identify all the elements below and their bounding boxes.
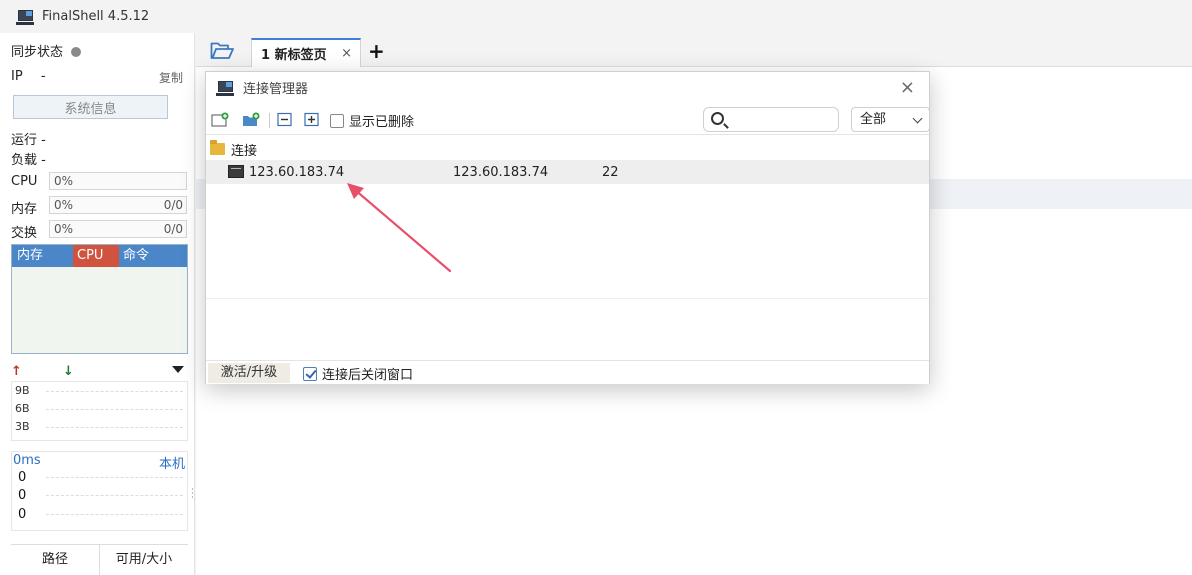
connection-host: 123.60.183.74 — [453, 165, 549, 180]
search-box[interactable] — [703, 107, 839, 132]
connection-port: 22 — [602, 165, 619, 180]
finalshell-logo-icon — [216, 80, 234, 96]
ping-latency-graph: 0ms 本机 0 0 0 — [11, 451, 188, 531]
activate-upgrade-button[interactable]: 激活/升级 — [208, 363, 290, 383]
connection-row[interactable]: 123.60.183.74 123.60.183.74 22 — [206, 160, 929, 184]
cpu-meter: 0% — [49, 172, 187, 190]
dialog-title: 连接管理器 — [243, 82, 309, 97]
swap-label: 交换 — [11, 226, 38, 241]
dialog-toolbar: 显示已删除 全部 — [206, 105, 930, 135]
swap-percent: 0% — [54, 222, 74, 236]
ping-target[interactable]: 本机 — [159, 453, 185, 472]
network-traffic-header: ↑ ↓ — [11, 363, 188, 379]
ping-latency: 0ms — [13, 453, 41, 468]
memory-percent: 0% — [54, 198, 74, 212]
swap-ratio: 0/0 — [163, 222, 183, 236]
uptime-row: 运行 - — [11, 133, 46, 148]
dialog-title-bar[interactable]: 连接管理器 — [206, 72, 929, 103]
terminal-icon — [228, 165, 244, 178]
memory-label: 内存 — [11, 202, 38, 217]
swap-meter: 0% 0/0 — [49, 220, 187, 238]
tree-folder-connections[interactable]: 连接 — [210, 140, 258, 159]
toolbar-separator — [269, 113, 270, 128]
status-sidebar: 同步状态 IP - 复制 系统信息 运行 - 负载 - CPU 0% 内存 0%… — [0, 33, 195, 575]
filter-selected-value: 全部 — [860, 112, 887, 127]
download-arrow-icon: ↓ — [63, 364, 74, 379]
column-cpu[interactable]: CPU — [73, 245, 119, 267]
ip-label: IP — [11, 69, 23, 84]
finalshell-logo-icon — [16, 9, 34, 25]
show-deleted-label: 显示已删除 — [349, 115, 415, 130]
ping-value: 0 — [18, 507, 27, 522]
connection-tree: 连接 123.60.183.74 123.60.183.74 22 — [206, 136, 929, 360]
ip-row: IP - — [11, 69, 46, 84]
tab-close-icon[interactable]: × — [341, 46, 352, 61]
dialog-close-icon[interactable]: × — [900, 77, 915, 98]
tab-label: 1 新标签页 — [261, 48, 327, 63]
process-table-header: 内存 CPU 命令 — [12, 245, 187, 267]
tab-bar: 1 新标签页 × + — [196, 33, 1192, 67]
open-folder-icon[interactable] — [210, 42, 234, 60]
search-icon — [711, 112, 724, 125]
tree-divider — [206, 298, 929, 299]
splitter-handle[interactable]: · · · — [191, 486, 194, 503]
close-after-connect-checkbox-box[interactable] — [303, 367, 317, 381]
close-after-connect-checkbox[interactable]: 连接后关闭窗口 — [303, 364, 413, 383]
ping-value: 0 — [18, 470, 27, 485]
filter-select[interactable]: 全部 — [851, 107, 930, 132]
sync-status-dot-icon — [71, 47, 82, 57]
column-memory[interactable]: 内存 — [12, 245, 73, 267]
search-input[interactable] — [730, 110, 834, 129]
network-tick: 9B — [15, 384, 30, 397]
connection-manager-dialog: 连接管理器 × 显示已删除 全部 连接 123.60.183.74 123.60… — [205, 71, 930, 384]
new-folder-icon[interactable] — [242, 112, 260, 127]
ping-value: 0 — [18, 488, 27, 503]
folder-icon — [210, 140, 225, 155]
network-traffic-graph: 9B 6B 3B — [11, 381, 188, 441]
new-connection-icon[interactable] — [211, 112, 229, 127]
memory-meter: 0% 0/0 — [49, 196, 187, 214]
cpu-percent: 0% — [54, 174, 74, 188]
memory-ratio: 0/0 — [163, 198, 183, 212]
sync-status-label: 同步状态 — [11, 45, 64, 60]
tab-path[interactable]: 路径 — [11, 545, 100, 575]
tab-new-tab[interactable]: 1 新标签页 × — [251, 38, 361, 67]
close-after-connect-label: 连接后关闭窗口 — [322, 368, 414, 383]
sync-status: 同步状态 — [11, 41, 82, 60]
connection-name: 123.60.183.74 — [249, 165, 345, 180]
network-tick: 6B — [15, 402, 30, 415]
new-tab-button[interactable]: + — [368, 39, 385, 63]
tab-available-size[interactable]: 可用/大小 — [100, 545, 188, 575]
upload-arrow-icon: ↑ — [11, 364, 22, 379]
expand-all-icon[interactable] — [303, 112, 321, 127]
ip-value: - — [40, 69, 46, 84]
cpu-label: CPU — [11, 174, 38, 189]
title-bar: FinalShell 4.5.12 — [0, 0, 1192, 33]
column-command[interactable]: 命令 — [119, 245, 187, 267]
copy-ip-button[interactable]: 复制 — [159, 69, 183, 86]
network-tick: 3B — [15, 420, 30, 433]
system-info-button[interactable]: 系统信息 — [13, 95, 168, 119]
show-deleted-checkbox-box[interactable] — [330, 114, 344, 128]
file-panel-tabs: 路径 可用/大小 — [11, 544, 188, 575]
load-row: 负载 - — [11, 153, 46, 168]
folder-name: 连接 — [231, 143, 258, 159]
show-deleted-checkbox[interactable]: 显示已删除 — [330, 111, 414, 130]
window-title: FinalShell 4.5.12 — [42, 9, 150, 24]
process-table: 内存 CPU 命令 — [11, 244, 188, 354]
collapse-all-icon[interactable] — [276, 112, 294, 127]
network-interface-dropdown-icon[interactable] — [172, 366, 184, 373]
chevron-down-icon — [912, 113, 923, 124]
dialog-footer: 激活/升级 连接后关闭窗口 — [206, 360, 929, 384]
